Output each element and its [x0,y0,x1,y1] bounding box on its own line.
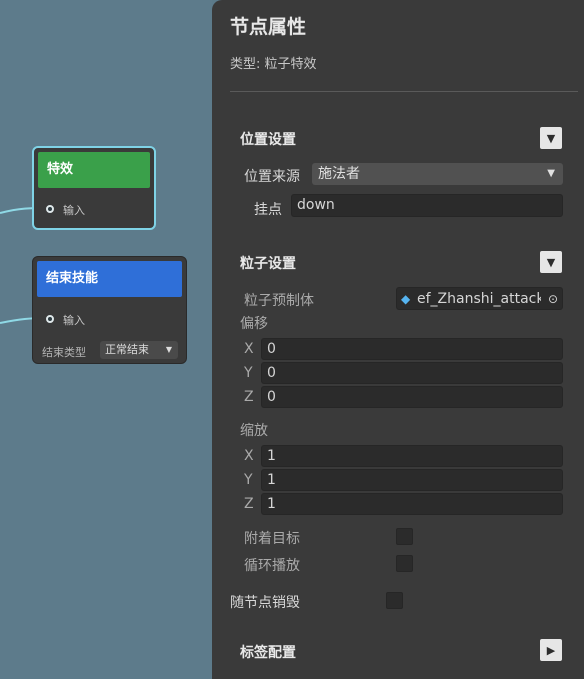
mount-point-input[interactable]: down [291,194,563,217]
triangle-down-icon: ▼ [546,131,556,145]
position-source-select[interactable]: 施法者 ▼ [312,163,563,185]
end-skill-node[interactable]: 结束技能 输入 结束类型 正常结束 ▼ [32,256,187,364]
triangle-right-icon: ▶ [546,643,556,657]
end-skill-node-input-label: 输入 [63,314,85,327]
tag-expand-button[interactable]: ▶ [540,639,562,661]
attach-target-label: 附着目标 [244,531,300,547]
particle-section-title: 粒子设置 [240,256,296,272]
mount-point-label: 挂点 [254,202,282,218]
chevron-down-icon: ▼ [165,345,172,354]
offset-y-label: Y [244,365,253,381]
graph-canvas[interactable]: 特效 输入 结束技能 输入 结束类型 正常结束 ▼ [0,0,212,679]
tag-section-title: 标签配置 [240,645,296,661]
position-source-value: 施法者 [318,166,360,182]
end-skill-node-header: 结束技能 [37,261,182,297]
end-type-value: 正常结束 [105,343,149,356]
effect-node-input-label: 输入 [63,204,85,217]
position-section-title: 位置设置 [240,132,296,148]
offset-label: 偏移 [240,316,268,332]
cube-icon: ◆ [401,292,411,306]
destroy-with-node-label: 随节点销毁 [230,595,300,611]
end-type-select[interactable]: 正常结束 ▼ [100,341,178,359]
end-type-label: 结束类型 [42,346,86,359]
end-skill-node-input-port[interactable] [46,315,54,323]
scale-z-label: Z [244,496,254,512]
effect-node-input-port[interactable] [46,205,54,213]
particle-collapse-button[interactable]: ▼ [540,251,562,273]
offset-x-label: X [244,341,254,357]
panel-title: 节点属性 [230,16,307,38]
position-source-label: 位置来源 [244,169,300,185]
scale-y-input[interactable]: 1 [261,469,563,491]
offset-z-label: Z [244,389,254,405]
offset-x-input[interactable]: 0 [261,338,563,360]
scale-y-label: Y [244,472,253,488]
prefab-object-field[interactable]: ◆ ef_Zhanshi_attack ⊙ [396,287,563,310]
offset-z-input[interactable]: 0 [261,386,563,408]
effect-node[interactable]: 特效 输入 [32,146,156,230]
attach-target-checkbox[interactable] [396,528,413,545]
target-icon[interactable]: ⊙ [548,288,558,309]
divider [230,91,578,92]
destroy-with-node-checkbox[interactable] [386,592,403,609]
scale-x-label: X [244,448,254,464]
prefab-value: ef_Zhanshi_attack [417,291,541,307]
effect-node-header: 特效 [38,152,150,188]
node-type-label: 类型: 粒子特效 [230,57,317,72]
loop-label: 循环播放 [244,558,300,574]
triangle-down-icon: ▼ [546,255,556,269]
loop-checkbox[interactable] [396,555,413,572]
scale-z-input[interactable]: 1 [261,493,563,515]
scale-label: 缩放 [240,423,268,439]
chevron-down-icon: ▼ [547,168,555,179]
inspector-panel: 节点属性 类型: 粒子特效 位置设置 ▼ 位置来源 施法者 ▼ 挂点 down … [212,0,584,679]
prefab-label: 粒子预制体 [244,293,314,309]
offset-y-input[interactable]: 0 [261,362,563,384]
position-collapse-button[interactable]: ▼ [540,127,562,149]
scale-x-input[interactable]: 1 [261,445,563,467]
